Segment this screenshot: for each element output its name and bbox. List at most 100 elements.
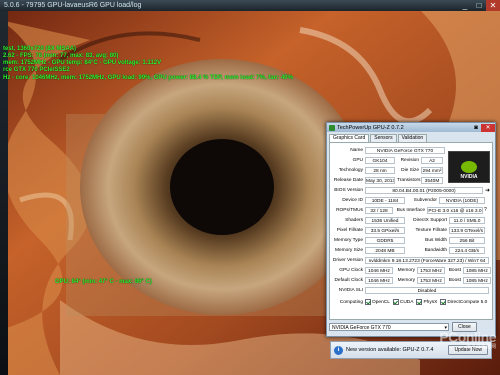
label-bandwidth: Bandwidth bbox=[424, 247, 447, 253]
value-rops: 32 / 128 bbox=[365, 206, 393, 214]
value-driver-version: nvlddmkm 9.18.13.2723 (ForceWare 327.23)… bbox=[365, 256, 489, 264]
value-transistors: 3540M bbox=[421, 176, 443, 184]
label-sli: NVIDIA SLI bbox=[338, 287, 363, 293]
info-icon: i bbox=[334, 345, 343, 355]
label-pixel-fillrate: Pixel Fillrate bbox=[336, 227, 363, 233]
value-revision: A2 bbox=[421, 156, 443, 164]
row-gpu: GPU GK104 Revision A2 bbox=[332, 156, 443, 164]
value-memory-size: 2048 MB bbox=[365, 246, 405, 254]
value-default-clock: 1046 MHz bbox=[365, 276, 393, 284]
checkbox-label: DirectCompute 5.0 bbox=[447, 299, 488, 305]
tab-sensors[interactable]: Sensors bbox=[370, 134, 397, 142]
label-computing: Computing bbox=[339, 299, 363, 305]
value-subvendor: NVIDIA (10DE) bbox=[439, 196, 485, 204]
bios-save-icon[interactable]: ➜ bbox=[485, 187, 490, 194]
row-bios: BIOS Version 80.04.B4.00.01 (P2005-0000)… bbox=[332, 186, 490, 194]
checkbox-physx[interactable]: PhysX bbox=[416, 299, 437, 305]
gpuz-title: TechPowerUp GPU-Z 0.7.2 bbox=[337, 124, 404, 131]
gpuz-title-bar[interactable]: TechPowerUp GPU-Z 0.7.2 ◙ ✕ bbox=[327, 123, 495, 132]
check-icon bbox=[392, 299, 399, 305]
graphics-card-panel: NVIDIA Name NVIDIA GeForce GTX 770 GPU G… bbox=[329, 142, 493, 320]
value-boost: 1085 MHz bbox=[463, 266, 491, 274]
checkbox-label: OpenCL bbox=[372, 299, 390, 305]
value-pixel-fillrate: 33.5 GPixel/s bbox=[365, 226, 405, 234]
check-icon bbox=[416, 299, 423, 305]
row-memory-size: Memory Size 2048 MB Bandwidth 224.4 GB/s bbox=[332, 246, 485, 254]
maximize-button[interactable]: □ bbox=[472, 0, 486, 11]
label-boost: Boost bbox=[448, 267, 461, 273]
title-bar: 5.0.6 - 79795 GPU-lavaeusR6 GPU load/log… bbox=[0, 0, 500, 11]
label-memory-clock: Memory bbox=[397, 267, 415, 273]
row-gpu-clock: GPU Clock 1046 MHz Memory 1753 MHz Boost… bbox=[332, 266, 491, 274]
tab-graphics-card[interactable]: Graphics Card bbox=[329, 134, 370, 142]
label-memory-size: Memory Size bbox=[335, 247, 363, 253]
window-controls: _ □ ✕ bbox=[458, 0, 500, 11]
label-bus-interface: Bus Interface bbox=[396, 207, 425, 213]
tab-validation[interactable]: Validation bbox=[397, 134, 428, 142]
help-icon[interactable]: ? bbox=[484, 207, 487, 213]
value-shaders: 1536 Unified bbox=[365, 216, 405, 224]
osd-line: mem: 1752MHz - GPU temp: 84°C - GPU volt… bbox=[3, 60, 162, 66]
value-die-size: 294 mm² bbox=[421, 166, 443, 174]
osd-line: rce GTX 770 PCIe/SSE2 bbox=[3, 67, 70, 73]
row-sli: NVIDIA SLI Disabled bbox=[332, 286, 489, 294]
label-default-boost: Boost bbox=[448, 277, 461, 283]
gpuz-camera-icon[interactable]: ◙ bbox=[471, 124, 481, 132]
gpu-select[interactable]: NVIDIA GeForce GTX 770 bbox=[329, 323, 449, 332]
checkbox-directcompute[interactable]: DirectCompute 5.0 bbox=[440, 299, 487, 305]
row-technology: Technology 28 nm Die Size 294 mm² bbox=[332, 166, 443, 174]
label-release-date: Release Date bbox=[333, 177, 363, 183]
row-shaders: Shaders 1536 Unified DirectX Support 11.… bbox=[332, 216, 485, 224]
row-driver: Driver Version nvlddmkm 9.18.13.2723 (Fo… bbox=[332, 256, 489, 264]
value-sli: Disabled bbox=[365, 286, 489, 294]
value-directx: 11.0 / SM5.0 bbox=[449, 216, 485, 224]
row-name: Name NVIDIA GeForce GTX 770 bbox=[332, 146, 445, 154]
label-revision: Revision bbox=[400, 157, 419, 163]
label-gpu: GPU bbox=[352, 157, 363, 163]
value-gpu: GK104 bbox=[365, 156, 395, 164]
label-bios: BIOS Version bbox=[334, 187, 363, 193]
gpuz-window: TechPowerUp GPU-Z 0.7.2 ◙ ✕ Graphics Car… bbox=[326, 122, 496, 337]
row-computing: Computing OpenCL CUDA PhysX DirectComput… bbox=[332, 298, 490, 306]
nvidia-logo-text: NVIDIA bbox=[460, 174, 478, 180]
osd-line: test, 1360x720 (8X MSAA) bbox=[3, 46, 77, 52]
label-default-clock: Default Clock bbox=[334, 277, 363, 283]
value-gpu-clock: 1046 MHz bbox=[365, 266, 393, 274]
update-message: New version available: GPU-Z 0.7.4 bbox=[346, 347, 434, 353]
label-bus-width: Bus Width bbox=[425, 237, 447, 243]
checkbox-cuda[interactable]: CUDA bbox=[392, 299, 413, 305]
value-bus-interface: PCI-E 3.0 x16 @ x16 3.0 bbox=[427, 206, 483, 214]
osd-temperature: GPU: 84° (min: 47° C - max: 86° C) bbox=[55, 279, 152, 285]
osd-line: Hz - core: 1046MHz, mem: 1752MHz, GPU lo… bbox=[3, 75, 293, 81]
value-bandwidth: 224.4 GB/s bbox=[449, 246, 485, 254]
value-texture-fillrate: 133.9 GTexel/s bbox=[449, 226, 485, 234]
label-name: Name bbox=[350, 147, 363, 153]
label-device-id: Device ID bbox=[342, 197, 363, 203]
value-bios: 80.04.B4.00.01 (P2005-0000) bbox=[365, 186, 483, 194]
watermark-logo: PConline 太平洋电脑网 bbox=[439, 329, 496, 350]
value-release-date: May 30, 2013 bbox=[365, 176, 395, 184]
gpuz-close-icon[interactable]: ✕ bbox=[481, 123, 495, 132]
label-rops: ROPs/TMUs bbox=[336, 207, 363, 213]
label-default-memory: Memory bbox=[397, 277, 415, 283]
check-icon bbox=[440, 299, 447, 305]
close-button[interactable]: ✕ bbox=[486, 0, 500, 11]
row-release: Release Date May 30, 2013 Transistors 35… bbox=[332, 176, 443, 184]
window-title: 5.0.6 - 79795 GPU-lavaeusR6 GPU load/log bbox=[4, 2, 142, 9]
row-default-clock: Default Clock 1046 MHz Memory 1753 MHz B… bbox=[332, 276, 491, 284]
value-memory-clock: 1753 MHz bbox=[417, 266, 445, 274]
label-memory-type: Memory Type bbox=[334, 237, 363, 243]
checkbox-opencl[interactable]: OpenCL bbox=[365, 299, 390, 305]
gpuz-tabs: Graphics Card Sensors Validation bbox=[327, 132, 495, 142]
gpuz-app-icon bbox=[329, 124, 335, 131]
value-technology: 28 nm bbox=[365, 166, 395, 174]
label-technology: Technology bbox=[338, 167, 363, 173]
check-icon bbox=[365, 299, 371, 305]
label-die-size: Die Size bbox=[401, 167, 419, 173]
label-transistors: Transistors bbox=[397, 177, 421, 183]
row-rops: ROPs/TMUs 32 / 128 Bus Interface PCI-E 3… bbox=[332, 206, 487, 214]
value-device-id: 10DE - 1184 bbox=[365, 196, 405, 204]
checkbox-label: PhysX bbox=[423, 299, 438, 305]
minimize-button[interactable]: _ bbox=[458, 0, 472, 11]
row-fillrate: Pixel Fillrate 33.5 GPixel/s Texture Fil… bbox=[332, 226, 485, 234]
